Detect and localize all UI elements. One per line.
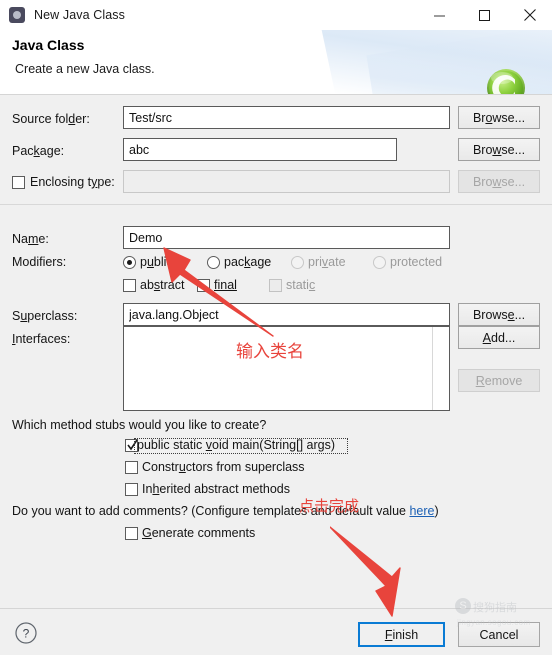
page-description: Create a new Java class. xyxy=(15,62,155,76)
enclosing-type-input xyxy=(123,170,450,193)
package-input[interactable] xyxy=(123,138,397,161)
interfaces-label: Interfaces: xyxy=(12,332,71,346)
dialog-header: Java Class Create a new Java class. xyxy=(0,30,552,95)
interfaces-list-scrollbar[interactable] xyxy=(432,327,449,410)
stub-label-inherited: Inherited abstract methods xyxy=(142,482,291,496)
stub-label-constructors: Constructors from superclass xyxy=(142,460,305,474)
help-icon-glyph: ? xyxy=(23,627,30,641)
configure-templates-link[interactable]: here xyxy=(409,504,434,518)
modifier-label-final: final xyxy=(214,278,237,292)
enclosing-type-label: Enclosing type: xyxy=(30,175,115,189)
new-java-class-dialog: New Java Class Java Class Create a new J… xyxy=(0,0,552,655)
enclosing-type-browse-button: Bro w se... xyxy=(458,170,540,193)
package-browse-button[interactable]: Bro w se... xyxy=(458,138,540,161)
generate-comments-label: Generate comments xyxy=(142,526,256,540)
superclass-label: Superclass: xyxy=(12,309,78,323)
modifier-checkbox-final[interactable] xyxy=(197,279,210,292)
package-label: Package: xyxy=(12,144,65,158)
section-separator-1 xyxy=(0,204,552,205)
green-class-icon xyxy=(487,69,525,95)
modifier-radio-public[interactable] xyxy=(123,256,136,269)
class-name-input[interactable] xyxy=(123,226,450,249)
stub-checkbox-inherited[interactable] xyxy=(125,483,138,496)
modifier-label-public: public xyxy=(140,255,173,269)
close-button[interactable] xyxy=(507,0,552,30)
method-stubs-question: Which method stubs would you like to cre… xyxy=(12,418,267,432)
close-icon xyxy=(523,9,536,21)
modifier-checkbox-static xyxy=(269,279,282,292)
source-folder-browse-button[interactable]: Br o wse... xyxy=(458,106,540,129)
page-title: Java Class xyxy=(12,37,85,53)
comments-question: Do you want to add comments? (Configure … xyxy=(12,504,439,518)
source-folder-label: Source folder: xyxy=(12,112,90,126)
modifier-label-static: static xyxy=(286,278,316,292)
help-button[interactable]: ? xyxy=(15,622,37,644)
maximize-button[interactable] xyxy=(462,0,507,30)
modifier-label-package: package xyxy=(224,255,272,269)
maximize-icon xyxy=(479,9,490,21)
window-title: New Java Class xyxy=(34,8,126,22)
cancel-button[interactable]: Cancel xyxy=(458,622,540,647)
interfaces-add-button[interactable]: Add... xyxy=(458,326,540,349)
finish-button[interactable]: Finish xyxy=(358,622,445,647)
modifier-checkbox-abstract[interactable] xyxy=(123,279,136,292)
interfaces-remove-button: Remove xyxy=(458,369,540,392)
modifier-label-abstract: abstract xyxy=(140,278,185,292)
enclosing-type-checkbox[interactable] xyxy=(12,176,25,189)
java-class-wizard-icon xyxy=(9,7,25,23)
name-label: Name: xyxy=(12,232,49,246)
generate-comments-checkbox[interactable] xyxy=(125,527,138,540)
stub-checkbox-constructors[interactable] xyxy=(125,461,138,474)
minimize-icon xyxy=(434,15,445,16)
source-folder-input[interactable] xyxy=(123,106,450,129)
interfaces-list[interactable] xyxy=(123,326,450,411)
modifier-radio-package[interactable] xyxy=(207,256,220,269)
modifier-label-private: private xyxy=(308,255,346,269)
stub-label-main: public static void main(String[] args) xyxy=(137,438,335,452)
modifier-radio-private xyxy=(291,256,304,269)
dialog-body: Source folder: Browse... Package: Browse… xyxy=(0,95,552,608)
minimize-button[interactable] xyxy=(417,0,462,30)
modifiers-label: Modifiers: xyxy=(12,255,67,269)
modifier-label-protected: protected xyxy=(390,255,443,269)
superclass-browse-button[interactable]: Brows e... xyxy=(458,303,540,326)
superclass-input[interactable] xyxy=(123,303,450,326)
title-bar: New Java Class xyxy=(0,0,552,30)
modifier-radio-protected xyxy=(373,256,386,269)
